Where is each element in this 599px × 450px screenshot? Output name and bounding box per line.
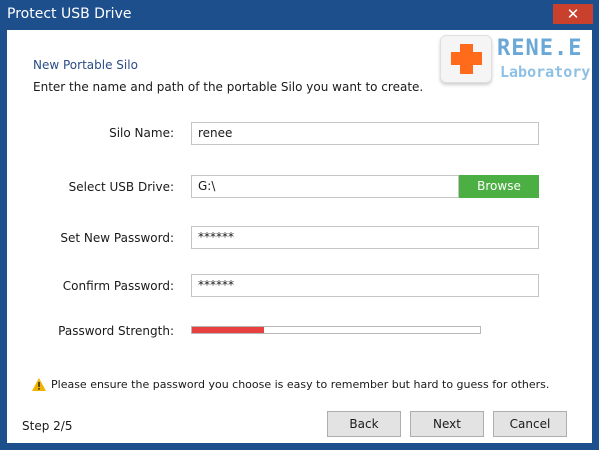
password-strength-label: Password Strength: <box>58 324 174 338</box>
page-title: New Portable Silo <box>33 58 138 72</box>
title-bar[interactable]: Protect USB Drive ✕ <box>0 0 599 30</box>
usb-drive-label: Select USB Drive: <box>68 180 174 194</box>
next-button[interactable]: Next <box>410 411 484 437</box>
confirm-password-label: Confirm Password: <box>62 279 174 293</box>
step-indicator: Step 2/5 <box>22 419 73 433</box>
silo-name-input[interactable]: renee <box>191 122 539 145</box>
browse-button[interactable]: Browse <box>459 175 539 198</box>
cancel-button[interactable]: Cancel <box>493 411 567 437</box>
logo: RENE.E Laboratory <box>440 35 590 85</box>
window-title: Protect USB Drive <box>7 6 132 22</box>
note-text: Please ensure the password you choose is… <box>51 378 550 391</box>
logo-sub-text: Laboratory <box>500 63 591 81</box>
close-icon: ✕ <box>566 5 580 23</box>
plus-cross-icon <box>440 35 492 83</box>
dialog-window: Protect USB Drive ✕ RENE.E Laboratory Ne… <box>0 0 599 450</box>
usb-drive-input[interactable]: G:\ <box>191 175 459 198</box>
close-button[interactable]: ✕ <box>553 4 593 24</box>
dialog-content: RENE.E Laboratory New Portable Silo Ente… <box>7 30 592 443</box>
warning-icon <box>32 378 46 391</box>
password-strength-fill <box>192 327 264 333</box>
logo-brand-text: RENE.E <box>497 36 583 61</box>
silo-name-label: Silo Name: <box>109 126 174 140</box>
new-password-label: Set New Password: <box>60 231 174 245</box>
confirm-password-input[interactable]: ****** <box>191 274 539 297</box>
new-password-input[interactable]: ****** <box>191 226 539 249</box>
password-strength-bar <box>191 326 481 334</box>
back-button[interactable]: Back <box>327 411 401 437</box>
page-instruction: Enter the name and path of the portable … <box>33 80 424 94</box>
